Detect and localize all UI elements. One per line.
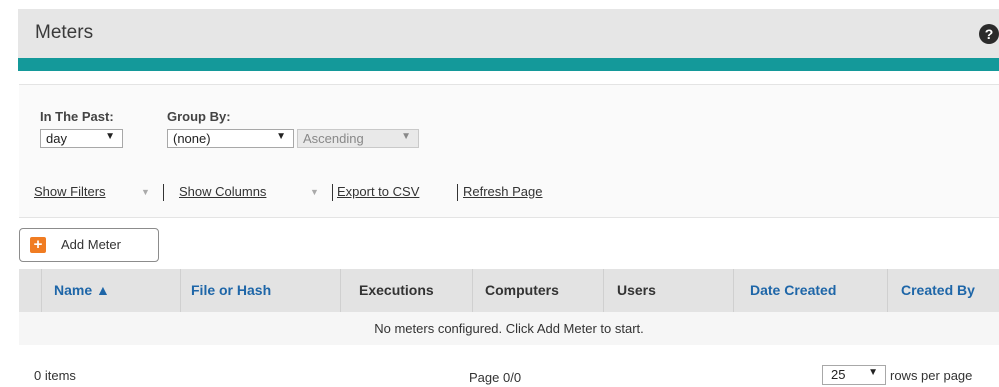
in-the-past-value: day	[46, 131, 67, 146]
rows-per-page-select[interactable]: 25 ▼	[822, 365, 886, 385]
group-by-label: Group By:	[167, 109, 231, 124]
page-indicator: Page 0/0	[469, 370, 522, 385]
divider	[163, 184, 164, 201]
column-header-computers: Computers	[485, 282, 559, 298]
item-count: 0 items	[34, 368, 76, 383]
in-the-past-select[interactable]: day ▼	[40, 129, 123, 148]
column-divider	[887, 269, 888, 312]
column-header-file-or-hash[interactable]: File or Hash	[191, 269, 271, 312]
chevron-down-icon[interactable]: ▼	[310, 187, 319, 197]
divider	[457, 184, 458, 201]
column-header-name[interactable]: Name ▲	[54, 269, 110, 312]
column-divider	[180, 269, 181, 312]
refresh-page-link[interactable]: Refresh Page	[463, 184, 543, 199]
rows-per-page-label: rows per page	[890, 368, 973, 383]
column-divider	[733, 269, 734, 312]
column-header-created-by[interactable]: Created By	[901, 269, 975, 312]
show-filters-link[interactable]: Show Filters	[34, 184, 106, 199]
table-footer: 0 items Page 0/0 25 ▼ rows per page	[0, 345, 999, 387]
help-icon[interactable]: ?	[979, 24, 999, 44]
sort-order-select: Ascending ▼	[297, 129, 419, 148]
chevron-down-icon[interactable]: ▼	[141, 187, 150, 197]
chevron-down-icon: ▼	[105, 131, 115, 142]
column-divider	[603, 269, 604, 312]
plus-icon: +	[30, 237, 46, 253]
export-csv-link[interactable]: Export to CSV	[337, 184, 419, 199]
column-divider	[340, 269, 341, 312]
column-header-users: Users	[617, 282, 656, 298]
table-header: Name ▲ File or Hash Executions Computers…	[19, 269, 999, 312]
column-header-executions: Executions	[359, 282, 434, 298]
chevron-down-icon: ▼	[276, 131, 286, 142]
in-the-past-label: In The Past:	[40, 109, 114, 124]
group-by-value: (none)	[173, 131, 211, 146]
column-divider	[472, 269, 473, 312]
accent-bar	[18, 58, 999, 71]
chevron-down-icon: ▼	[868, 367, 878, 378]
chevron-down-icon: ▼	[401, 131, 411, 142]
page-header: Meters ?	[18, 9, 999, 58]
rows-per-page-value: 25	[831, 367, 846, 382]
empty-table-message: No meters configured. Click Add Meter to…	[19, 312, 999, 345]
group-by-select[interactable]: (none) ▼	[167, 129, 294, 148]
divider	[332, 184, 333, 201]
sort-order-value: Ascending	[303, 131, 364, 146]
page-title: Meters	[35, 22, 94, 43]
show-columns-link[interactable]: Show Columns	[179, 184, 266, 199]
add-meter-label: Add Meter	[61, 237, 121, 252]
add-meter-button[interactable]: + Add Meter	[19, 228, 159, 262]
column-divider	[41, 269, 42, 312]
column-header-date-created[interactable]: Date Created	[750, 269, 836, 312]
